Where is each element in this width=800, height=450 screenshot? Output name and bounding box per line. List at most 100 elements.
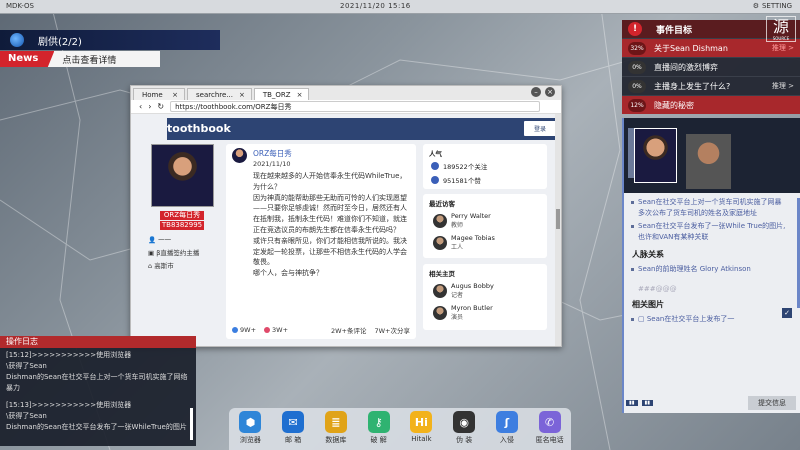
tab-label: searchre... bbox=[196, 91, 233, 99]
heart-icon bbox=[264, 327, 271, 333]
post-paragraph: 现在越来越多的人开始信奉永生代码WhileTrue，为什么？ bbox=[253, 172, 407, 191]
gear-icon: ⚙ bbox=[752, 2, 759, 10]
dock-phone[interactable]: ✆ 匿名电话 bbox=[531, 411, 569, 445]
game-logo: 源 SOURCE bbox=[766, 16, 796, 42]
like-icon bbox=[232, 327, 238, 333]
minimize-button[interactable]: – bbox=[531, 87, 541, 97]
news-details-button[interactable]: News 点击查看详情 bbox=[0, 51, 160, 67]
dock-mail[interactable]: ✉ 邮 箱 bbox=[274, 411, 312, 445]
popularity-title: 人气 bbox=[429, 150, 442, 158]
page-scrollbar[interactable] bbox=[555, 114, 561, 346]
dock-hitalk[interactable]: Hi Hitalk bbox=[402, 411, 440, 443]
refresh-icon[interactable]: ↻ bbox=[157, 102, 164, 111]
like-icon bbox=[431, 176, 439, 184]
post-footer: 9W+ 3W+ 2W+条评论 7W+次分享 bbox=[232, 325, 410, 335]
tab-label: Home bbox=[142, 91, 163, 99]
post-author[interactable]: ORZ每日秀 bbox=[253, 148, 292, 159]
like-button[interactable]: 9W+ bbox=[232, 325, 256, 335]
clock: 2021/11/20 15:16 bbox=[340, 2, 411, 10]
close-icon[interactable]: × bbox=[297, 91, 303, 99]
comments-link[interactable]: 2W+条评论 bbox=[331, 325, 367, 335]
setting-label: SETTING bbox=[761, 2, 792, 10]
crack-icon: ⚷ bbox=[367, 411, 390, 433]
relations-title: 人脉关系 bbox=[632, 250, 664, 259]
clue-item[interactable]: Sean在社交平台上对一个货车司机实施了网暴多次公布了货车司机的姓名及家庭地址 bbox=[631, 197, 788, 219]
portrait-sean[interactable] bbox=[634, 128, 677, 183]
visitors-card: 最近访客 Perry Walter 教师 Magee Tobias 工人 bbox=[423, 194, 547, 258]
event-item[interactable]: 12% 隐藏的秘密 bbox=[622, 95, 800, 114]
avatar bbox=[433, 305, 447, 320]
relation-item[interactable]: Sean的前助理姓名 Glory Atkinson bbox=[631, 264, 788, 275]
tab-label: TB_ORZ bbox=[262, 91, 291, 99]
tab-home[interactable]: Home × bbox=[133, 88, 185, 100]
related-pages-card: 相关主页 Augus Bobby 记者 Myron Butler 演员 bbox=[423, 264, 547, 330]
clue-item[interactable]: Sean在社交平台发布了一张While True的图片,也许和VAN有某种关联 bbox=[631, 221, 788, 243]
log-scrollbar[interactable] bbox=[190, 408, 193, 440]
address-bar: ‹ › ↻ https://toothbook.com/ORZ每日秀 bbox=[131, 100, 561, 114]
follow-icon bbox=[431, 162, 439, 170]
clue-detail-panel: Sean在社交平台上对一个货车司机实施了网暴多次公布了货车司机的姓名及家庭地址 … bbox=[622, 118, 800, 413]
disguise-icon: ◉ bbox=[453, 411, 476, 433]
setting-button[interactable]: ⚙ SETTING bbox=[753, 2, 792, 10]
database-icon: ≣ bbox=[324, 411, 347, 433]
visitor-item[interactable]: Magee Tobias 工人 bbox=[433, 234, 541, 251]
panel-tags: ▮▮ ▮▮ bbox=[626, 400, 654, 406]
like-count: 951581个赞 bbox=[443, 177, 481, 185]
dock-crack[interactable]: ⚷ 破 解 bbox=[360, 411, 398, 445]
popularity-card: 人气 189522个关注 951581个赞 bbox=[423, 144, 547, 189]
image-clue[interactable]: ▢ Sean在社交平台上发布了一 bbox=[631, 314, 788, 325]
related-item[interactable]: Myron Butler 演员 bbox=[433, 304, 541, 321]
visitor-item[interactable]: Perry Walter 教师 bbox=[433, 212, 541, 229]
visitors-title: 最近访客 bbox=[429, 200, 455, 208]
dock-browser[interactable]: ⬢ 浏览器 bbox=[231, 411, 269, 445]
dock-intrude[interactable]: ʃ 入侵 bbox=[488, 411, 526, 445]
site-logo[interactable]: toothbook bbox=[167, 122, 231, 135]
log-line: \获得了Sean bbox=[6, 412, 47, 420]
profile-followers: 👤 一一 bbox=[148, 236, 172, 244]
post-body: 现在越来越多的人开始信奉永生代码WhileTrue，为什么？ 因为神真的能帮助那… bbox=[253, 171, 410, 279]
close-window-button[interactable]: × bbox=[545, 87, 555, 97]
profile-job: ▣ β直播签约主播 bbox=[148, 249, 200, 257]
browser-icon: ⬢ bbox=[239, 411, 262, 433]
close-icon[interactable]: × bbox=[239, 91, 245, 99]
alert-icon: ! bbox=[628, 22, 642, 36]
related-item[interactable]: Augus Bobby 记者 bbox=[433, 282, 541, 299]
images-title: 相关图片 bbox=[632, 300, 664, 309]
web-page: toothbook 登录 ORZ每日秀 TB8382995 👤 一一 ▣ β直播… bbox=[131, 114, 561, 346]
site-header: toothbook 登录 bbox=[167, 118, 561, 140]
trace-button[interactable]: 推理 > bbox=[772, 43, 794, 53]
back-icon[interactable]: ‹ bbox=[139, 102, 142, 111]
intrude-icon: ʃ bbox=[495, 411, 518, 433]
trace-button[interactable]: 推理 > bbox=[772, 81, 794, 91]
tab-search[interactable]: searchre... × bbox=[187, 88, 252, 100]
profile-city: ⌂ 高斯市 bbox=[148, 262, 174, 270]
close-icon[interactable]: × bbox=[172, 91, 178, 99]
event-item[interactable]: 0% 主播身上发生了什么? 推理 > bbox=[622, 76, 800, 95]
news-more-link[interactable]: 点击查看详情 bbox=[62, 53, 116, 66]
scroll-thumb[interactable] bbox=[556, 209, 560, 229]
shares-link[interactable]: 7W+次分享 bbox=[374, 325, 410, 335]
login-button[interactable]: 登录 bbox=[523, 121, 556, 136]
dock-database[interactable]: ≣ 数据库 bbox=[317, 411, 355, 445]
portrait-other[interactable] bbox=[686, 134, 731, 189]
news-title: 剧供(2/2) bbox=[38, 36, 82, 48]
tab-tb-orz[interactable]: TB_ORZ × bbox=[253, 88, 310, 100]
mail-icon: ✉ bbox=[282, 411, 305, 433]
profile-name: ORZ每日秀 bbox=[160, 211, 204, 220]
forward-icon[interactable]: › bbox=[148, 102, 151, 111]
post-card: ORZ每日秀 2021/11/10 现在越来越多的人开始信奉永生代码WhileT… bbox=[226, 144, 416, 339]
post-paragraph: 哪个人，会与神抗争？ bbox=[253, 269, 323, 278]
event-item[interactable]: 0% 直播间的激烈博弈 bbox=[622, 57, 800, 76]
news-banner: 剧供(2/2) bbox=[0, 30, 220, 50]
profile-card: ORZ每日秀 TB8382995 👤 一一 ▣ β直播签约主播 ⌂ 高斯市 bbox=[144, 144, 220, 273]
image-icon: ▢ bbox=[638, 315, 645, 323]
url-input[interactable]: https://toothbook.com/ORZ每日秀 bbox=[170, 101, 541, 112]
dock-disguise[interactable]: ◉ 伪 装 bbox=[445, 411, 483, 445]
submit-button[interactable]: 提交信息 bbox=[748, 396, 796, 410]
avatar bbox=[433, 235, 447, 250]
hitalk-icon: Hi bbox=[410, 411, 433, 433]
profile-id: TB8382995 bbox=[160, 221, 204, 230]
post-paragraph: 因为神真的能帮助那些无助而可怜的人们实现愿望——只要你足够虔诚！然而时至今日，居… bbox=[253, 193, 407, 234]
heart-button[interactable]: 3W+ bbox=[264, 325, 288, 335]
app-dock: ⬢ 浏览器 ✉ 邮 箱 ≣ 数据库 ⚷ 破 解 Hi Hitalk ◉ 伪 装 ʃ 入侵 ✆ 匿… bbox=[229, 408, 571, 450]
